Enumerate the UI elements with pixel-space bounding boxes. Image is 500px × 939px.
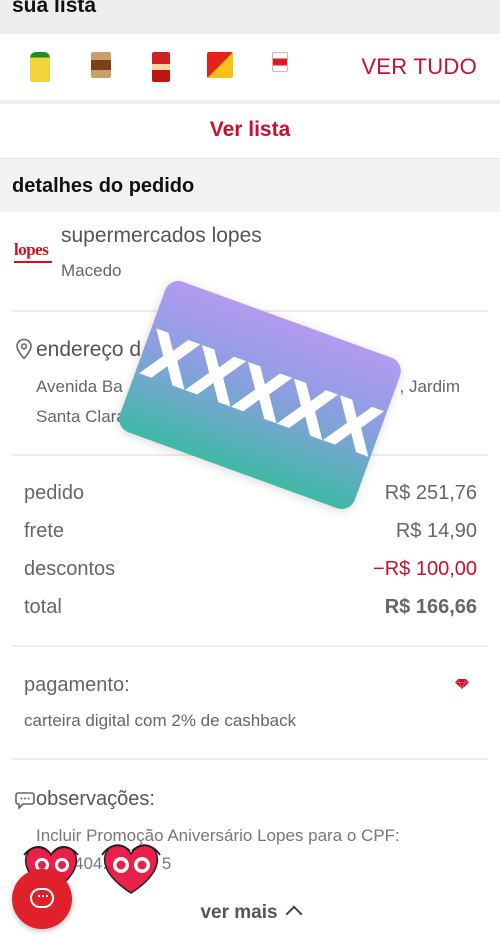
notes-line-2-tail: 5 (161, 854, 172, 873)
chat-bubble-icon (30, 888, 54, 908)
notes-line-1: Incluir Promoção Aniversário Lopes para … (36, 826, 400, 845)
snack-bag-thumb[interactable] (207, 52, 233, 78)
payment-label: pagamento: (24, 674, 130, 696)
sauce-bottle-thumb[interactable] (152, 52, 170, 82)
order-details-title: detalhes do pedido (12, 175, 195, 197)
ver-lista-row[interactable]: Ver lista (0, 104, 500, 158)
store-logo-text: lopes (14, 240, 49, 259)
store-city: Macedo (61, 261, 122, 280)
store-logo-underline (14, 261, 52, 263)
cookie-pack-thumb[interactable] (272, 52, 288, 72)
ver-mais-label[interactable]: ver mais (200, 902, 277, 923)
summary-value-frete: R$ 14,90 (395, 520, 477, 542)
list-title: sua lista (12, 0, 97, 17)
list-section: sua lista VER TUDO Ver lista (0, 0, 500, 158)
address-line-start: Avenida Ba (36, 377, 123, 396)
heart-sticker-icon (101, 844, 161, 894)
summary-label-descontos: descontos (24, 558, 116, 580)
oil-bottle-thumb[interactable] (30, 52, 50, 82)
divider (12, 758, 488, 760)
summary-label-pedido: pedido (24, 482, 85, 504)
comment-icon (15, 792, 35, 810)
order-details-header: detalhes do pedido (0, 158, 500, 212)
summary-value-descontos: −R$ 100,00 (373, 558, 477, 580)
ver-lista-button[interactable]: Ver lista (0, 118, 500, 142)
payment-method: carteira digital com 2% de cashback (24, 711, 297, 730)
address-label: endereço d (36, 338, 142, 361)
list-thumbnails[interactable]: VER TUDO (0, 34, 500, 100)
summary-value-pedido: R$ 251,76 (384, 482, 477, 504)
summary-label-total: total (24, 596, 62, 618)
address-line-end: , Jardim (399, 377, 460, 396)
summary-label-frete: frete (24, 520, 65, 542)
store-logo: lopes (14, 240, 58, 270)
chevron-up-icon (285, 905, 303, 923)
coffee-jar-thumb[interactable] (91, 52, 111, 78)
store-name: supermercados lopes (61, 224, 262, 247)
ver-tudo-link[interactable]: VER TUDO (361, 54, 477, 80)
ver-mais-button[interactable]: ver mais (0, 902, 500, 924)
notes-label: observações: (36, 788, 155, 810)
gem-icon (455, 678, 469, 690)
divider (12, 645, 488, 647)
chat-button[interactable] (12, 869, 72, 929)
summary-value-total: R$ 166,66 (384, 596, 477, 618)
location-pin-icon (16, 338, 32, 360)
